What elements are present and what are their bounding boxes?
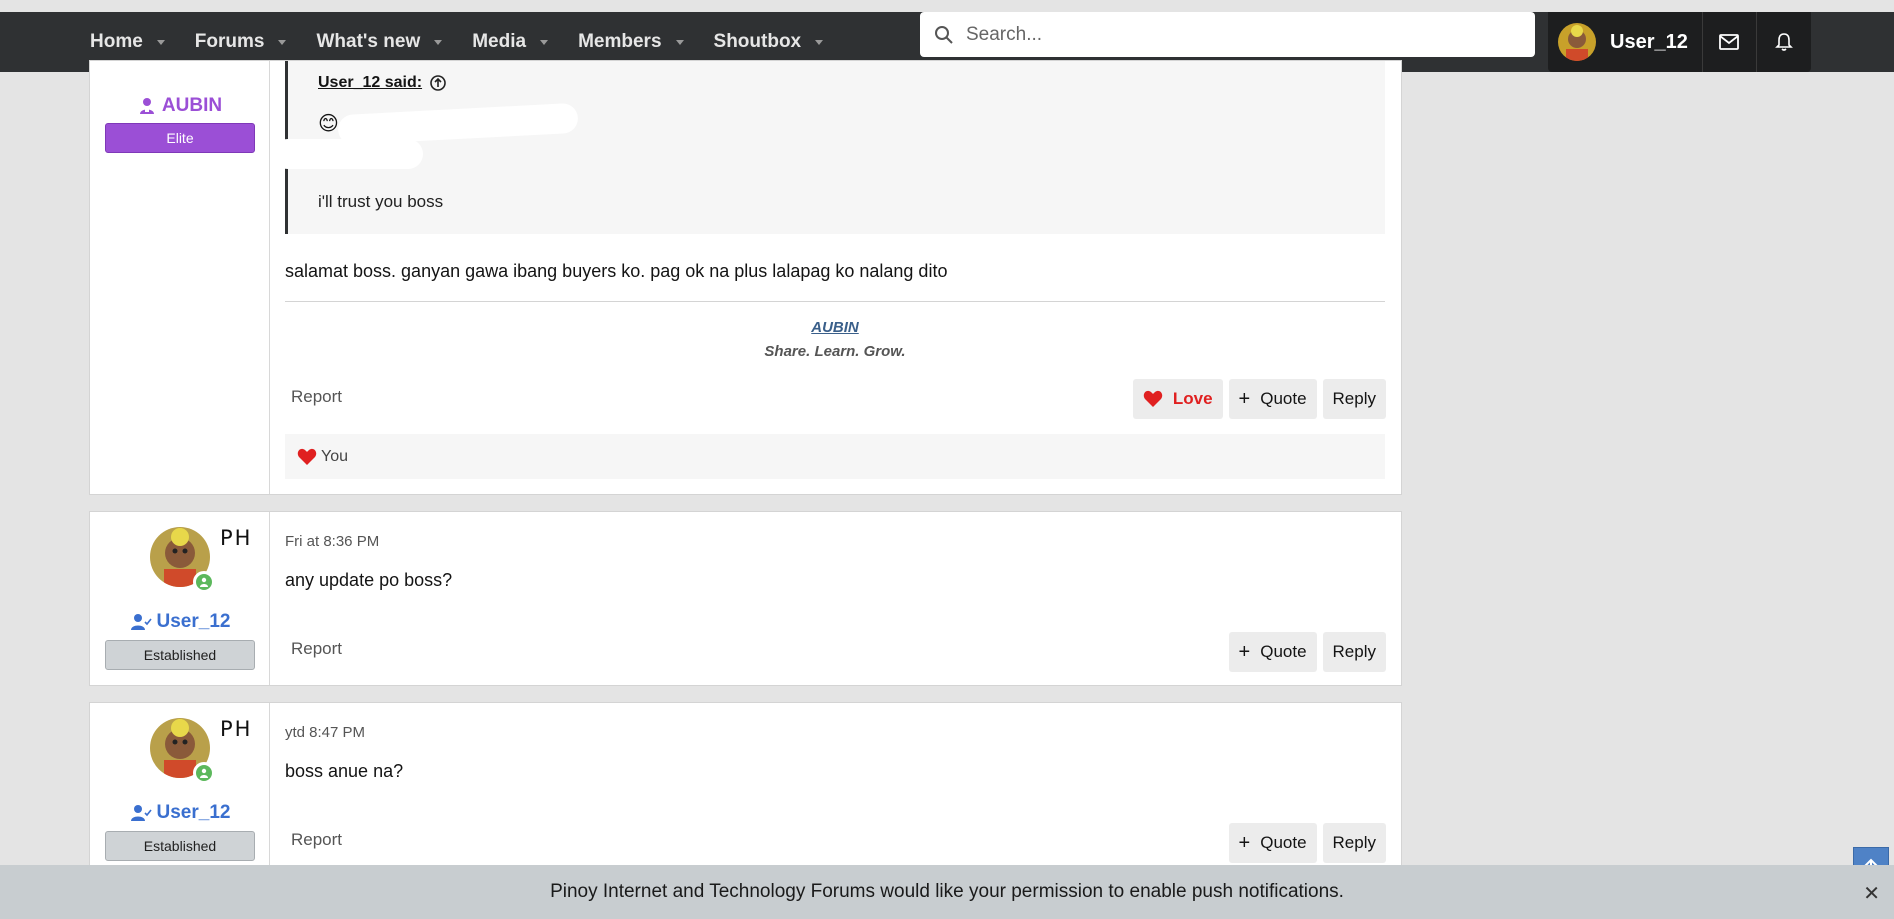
reaction-users: You	[321, 447, 348, 465]
post-content: Fri at 8:36 PM any update po boss? Repor…	[270, 512, 1401, 685]
heart-icon	[1143, 390, 1163, 407]
love-button[interactable]: Love	[1132, 379, 1223, 419]
user-check-icon	[130, 614, 152, 630]
quote-button[interactable]: + Quote	[1228, 823, 1317, 863]
plus-icon: +	[1238, 831, 1251, 854]
nav-item-media[interactable]: Media	[472, 31, 549, 53]
report-link[interactable]: Report	[291, 387, 342, 407]
post-username[interactable]: AUBIN	[90, 95, 270, 117]
post-username[interactable]: User_12	[90, 611, 270, 633]
post-content: User_12 said: 😊 i'll trust you boss sala…	[270, 61, 1401, 494]
inbox-button[interactable]	[1703, 12, 1757, 72]
bell-icon	[1774, 33, 1793, 51]
report-link[interactable]: Report	[291, 639, 342, 659]
post-date[interactable]: ytd 8:47 PM	[285, 724, 365, 741]
quote-button[interactable]: + Quote	[1228, 632, 1317, 672]
signature-divider	[285, 301, 1385, 302]
quote-emoji: 😊	[318, 113, 339, 135]
chevron-down-icon[interactable]	[156, 39, 165, 45]
chevron-down-icon[interactable]	[278, 39, 287, 45]
heart-icon	[297, 448, 317, 465]
online-status-icon	[193, 762, 215, 784]
push-notification-bar: Pinoy Internet and Technology Forums wou…	[0, 865, 1894, 919]
search-box[interactable]	[920, 12, 1535, 57]
user-elite-icon	[139, 98, 154, 114]
signature-name[interactable]: AUBIN	[285, 319, 1385, 336]
quote-text: i'll trust you boss	[318, 192, 444, 211]
post-actions: + Quote Reply	[1228, 632, 1386, 672]
post-user-info: AUBIN Elite	[90, 61, 270, 494]
quote-author-link[interactable]: User_12 said:	[318, 74, 446, 92]
country-flag: PH	[220, 526, 253, 550]
post-body: salamat boss. ganyan gawa ibang buyers k…	[285, 261, 948, 281]
post-user-info: PH User_12 Established	[90, 703, 270, 876]
alerts-button[interactable]	[1757, 12, 1811, 72]
signature-tagline: Share. Learn. Grow.	[764, 343, 906, 360]
envelope-icon	[1719, 34, 1740, 50]
search-input[interactable]	[966, 23, 1506, 46]
post-aubin: AUBIN Elite User_12 said: 😊 i'll trust y…	[89, 60, 1402, 495]
user-rank-badge: Established	[105, 831, 255, 861]
plus-icon: +	[1238, 640, 1251, 663]
post-body: boss anue na?	[285, 761, 404, 781]
post-actions: + Quote Reply	[1228, 823, 1386, 863]
arrow-up-circle-icon[interactable]	[430, 75, 446, 91]
nav-item-members[interactable]: Members	[578, 31, 684, 53]
push-notice-text[interactable]: Pinoy Internet and Technology Forums wou…	[550, 881, 1344, 903]
user-check-icon	[130, 805, 152, 821]
reply-button[interactable]: Reply	[1322, 823, 1386, 863]
post-user12-2: PH User_12 Established ytd 8:47 PM boss …	[89, 702, 1402, 877]
nav-item-home[interactable]: Home	[90, 31, 165, 53]
quoted-message: User_12 said: 😊 i'll trust you boss	[273, 61, 1385, 234]
avatar	[1558, 23, 1596, 61]
search-icon	[935, 25, 953, 44]
reply-button[interactable]: Reply	[1322, 379, 1386, 419]
chevron-down-icon[interactable]	[434, 39, 443, 45]
chevron-down-icon[interactable]	[540, 39, 549, 45]
country-flag: PH	[220, 717, 253, 741]
post-date[interactable]: Fri at 8:36 PM	[285, 533, 379, 550]
post-username[interactable]: User_12	[90, 802, 270, 824]
user-rank-badge: Elite	[105, 123, 255, 153]
nav-item-forums[interactable]: Forums	[195, 31, 287, 53]
chevron-down-icon[interactable]	[815, 39, 824, 45]
current-username: User_12	[1610, 30, 1688, 53]
reactions-bar[interactable]: You	[285, 434, 1385, 479]
post-actions: Love + Quote Reply	[1132, 379, 1386, 419]
post-body: any update po boss?	[285, 570, 453, 590]
report-link[interactable]: Report	[291, 830, 342, 850]
online-status-icon	[193, 571, 215, 593]
post-content: ytd 8:47 PM boss anue na? Report + Quote…	[270, 703, 1401, 876]
quote-button[interactable]: + Quote	[1228, 379, 1317, 419]
nav-item-whats-new[interactable]: What's new	[316, 31, 443, 53]
chevron-down-icon[interactable]	[675, 39, 684, 45]
nav-item-shoutbox[interactable]: Shoutbox	[714, 31, 824, 53]
post-user-info: PH User_12 Established	[90, 512, 270, 685]
post-user12-1: PH User_12 Established Fri at 8:36 PM an…	[89, 511, 1402, 686]
redacted-area	[273, 139, 423, 169]
reply-button[interactable]: Reply	[1322, 632, 1386, 672]
close-icon[interactable]: ✕	[1863, 881, 1880, 906]
user-menu: User_12	[1548, 12, 1811, 72]
user-rank-badge: Established	[105, 640, 255, 670]
plus-icon: +	[1238, 387, 1251, 410]
account-button[interactable]: User_12	[1548, 12, 1703, 72]
